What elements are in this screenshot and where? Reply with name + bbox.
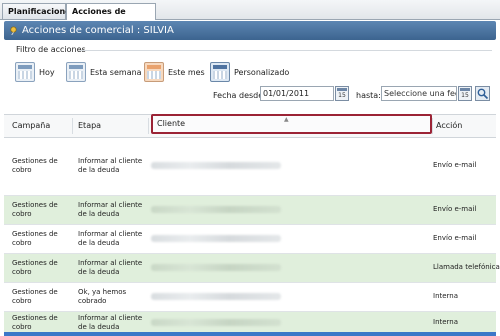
cell-etapa: Informar al cliente de la deuda xyxy=(78,259,143,276)
column-header-campana[interactable]: Campaña xyxy=(12,115,50,137)
cell-campana: Gestiones de cobro xyxy=(12,230,58,247)
cell-campana: Gestiones de cobro xyxy=(12,314,58,331)
column-separator[interactable] xyxy=(432,118,433,134)
column-header-cliente-label: Cliente xyxy=(157,119,186,128)
cell-etapa: Informar al cliente de la deuda xyxy=(78,230,143,247)
table-row[interactable]: Gestiones de cobro Informar al cliente d… xyxy=(4,196,496,225)
fecha-desde-input[interactable]: 01/01/2011 xyxy=(260,86,334,101)
calendar-week-icon xyxy=(66,62,86,82)
hasta-input[interactable]: Seleccione una fecha xyxy=(381,86,457,101)
panel-title-bar: Acciones de comercial : SILVIA xyxy=(4,21,496,40)
column-header-cliente[interactable]: Cliente xyxy=(151,114,432,134)
filter-personalizado-label: Personalizado xyxy=(234,68,290,77)
table-row[interactable]: Gestiones de cobro Informar al cliente d… xyxy=(4,312,496,333)
column-header-etapa[interactable]: Etapa xyxy=(78,115,101,137)
hasta-calendar-icon[interactable]: 15 xyxy=(458,86,472,101)
column-separator[interactable] xyxy=(148,118,149,134)
cell-cliente-redacted xyxy=(151,319,281,326)
filter-este-mes-label: Este mes xyxy=(168,68,205,77)
table-row[interactable]: Gestiones de cobro Informar al cliente d… xyxy=(4,254,500,283)
cell-campana: Gestiones de cobro xyxy=(12,201,58,218)
filter-divider xyxy=(80,50,492,51)
tab-planificaciones[interactable]: Planificaciones xyxy=(2,3,75,19)
column-header-accion[interactable]: Acción xyxy=(436,115,462,137)
cell-cliente-redacted xyxy=(151,264,281,271)
cell-accion: Interna xyxy=(433,292,459,300)
cell-etapa: Ok, ya hemos cobrado xyxy=(78,288,127,305)
tab-strip: Planificaciones Acciones de comercial xyxy=(0,0,500,31)
calendar-custom-icon xyxy=(210,62,230,82)
column-separator[interactable] xyxy=(72,118,73,134)
panel-title: Acciones de comercial : SILVIA xyxy=(22,25,174,36)
filter-esta-semana-button[interactable]: Esta semana xyxy=(66,62,142,84)
pin-icon[interactable] xyxy=(9,26,18,35)
tab-acciones-de-comercial[interactable]: Acciones de comercial xyxy=(66,3,156,31)
fecha-desde-label: Fecha desde: xyxy=(213,91,266,100)
cell-etapa: Informar al cliente de la deuda xyxy=(78,314,143,331)
cell-cliente-redacted xyxy=(151,162,281,169)
grid-header: Campaña Etapa Cliente Acción xyxy=(4,114,496,138)
hasta-label: hasta: xyxy=(356,91,381,100)
table-row[interactable]: Gestiones de cobro Informar al cliente d… xyxy=(4,225,496,254)
filter-group-label: Filtro de acciones xyxy=(16,45,86,54)
calendar-month-icon xyxy=(144,62,164,82)
cell-campana: Gestiones de cobro xyxy=(12,259,58,276)
table-row[interactable]: Gestiones de cobro Ok, ya hemos cobrado … xyxy=(4,283,496,312)
filter-este-mes-button[interactable]: Este mes xyxy=(144,62,206,84)
cell-cliente-redacted xyxy=(151,235,281,242)
cell-accion: Interna xyxy=(433,318,459,326)
filter-hoy-button[interactable]: Hoy xyxy=(15,62,60,84)
cell-accion: Envío e-mail xyxy=(433,161,477,169)
search-icon xyxy=(477,88,489,100)
sort-caret-icon: ▲ xyxy=(284,116,289,123)
filter-hoy-label: Hoy xyxy=(39,68,55,77)
filter-esta-semana-label: Esta semana xyxy=(90,68,142,77)
selected-row-indicator xyxy=(4,332,496,336)
search-button[interactable] xyxy=(475,86,490,101)
fecha-desde-calendar-icon[interactable]: 15 xyxy=(335,86,349,101)
cell-etapa: Informar al cliente de la deuda xyxy=(78,201,143,218)
calendar-day-icon xyxy=(15,62,35,82)
cell-cliente-redacted xyxy=(151,206,281,213)
cell-campana: Gestiones de cobro xyxy=(12,288,58,305)
cell-etapa: Informar al cliente de la deuda xyxy=(78,157,143,174)
cell-accion: Envío e-mail xyxy=(433,205,477,213)
cell-accion: Llamada telefónica xyxy=(433,263,500,271)
cell-accion: Envío e-mail xyxy=(433,234,477,242)
cell-cliente-redacted xyxy=(151,293,281,300)
filter-personalizado-button[interactable]: Personalizado xyxy=(210,62,290,84)
cell-campana: Gestiones de cobro xyxy=(12,157,58,174)
table-row[interactable]: Gestiones de cobro Informar al cliente d… xyxy=(4,137,496,196)
